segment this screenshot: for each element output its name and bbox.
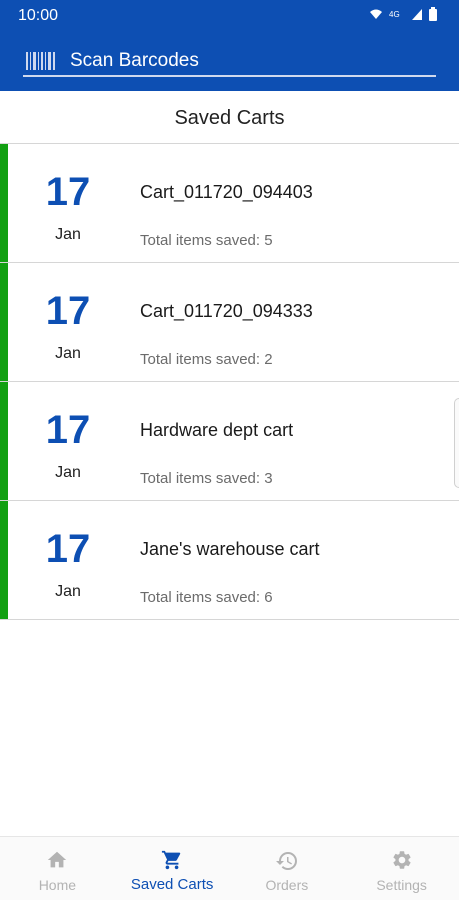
cart-date-day: 17 [45, 527, 91, 571]
app-title-underline [23, 75, 436, 77]
app-title[interactable]: Scan Barcodes [70, 50, 199, 72]
nav-item-orders[interactable]: Orders [230, 837, 345, 900]
nav-label: Saved Carts [130, 876, 214, 893]
cart-date-month: Jan [55, 583, 81, 600]
cart-item-count: Total items saved: 6 [140, 589, 273, 606]
cart-item-count: Total items saved: 2 [140, 351, 273, 368]
cart-date-day: 17 [45, 289, 91, 333]
bottom-nav: Home Saved Carts Orders Settings [0, 836, 459, 900]
nav-label: Home [38, 877, 77, 893]
status-time: 10:00 [18, 7, 59, 24]
cart-name: Cart_011720_094403 [140, 182, 313, 202]
app-screen: 10:00 4G Scan Barcodes Saved Carts 17 Ja… [0, 0, 459, 900]
cart-date-day: 17 [45, 408, 91, 452]
cart-list-item[interactable]: 17 Jan Jane's warehouse cart Total items… [0, 501, 459, 620]
cart-date-month: Jan [55, 226, 81, 243]
history-icon [275, 852, 297, 870]
wifi-icon [370, 9, 382, 19]
top-bar: 10:00 4G Scan Barcodes [0, 0, 459, 91]
battery-icon [429, 7, 437, 21]
nav-item-settings[interactable]: Settings [344, 837, 459, 900]
cart-item-count: Total items saved: 5 [140, 232, 273, 249]
cart-name: Jane's warehouse cart [140, 539, 320, 559]
lte-icon: 4G [389, 10, 400, 19]
cart-icon [162, 850, 181, 870]
cart-name: Hardware dept cart [140, 420, 294, 440]
cart-item-count: Total items saved: 3 [140, 470, 273, 487]
cart-date-day: 17 [45, 170, 91, 214]
cart-list-item[interactable]: 17 Jan Hardware dept cart Total items sa… [0, 382, 459, 501]
status-bar: 10:00 4G [0, 0, 459, 32]
barcode-icon[interactable] [26, 50, 56, 72]
nav-item-saved-carts[interactable]: Saved Carts [115, 837, 230, 900]
page-title: Saved Carts [174, 107, 285, 129]
gear-icon [393, 851, 411, 869]
nav-label: Settings [376, 877, 427, 893]
section-header: Saved Carts [0, 91, 459, 144]
signal-icon [412, 9, 422, 20]
cart-date-month: Jan [55, 464, 81, 481]
nav-item-home[interactable]: Home [0, 837, 115, 900]
cart-name: Cart_011720_094333 [140, 301, 313, 321]
app-bar: Scan Barcodes [0, 40, 459, 91]
nav-label: Orders [265, 877, 309, 893]
cart-list: 17 Jan Cart_011720_094403 Total items sa… [0, 144, 459, 620]
status-icons: 4G [369, 7, 437, 21]
cart-list-item[interactable]: 17 Jan Cart_011720_094333 Total items sa… [0, 263, 459, 382]
cart-date-month: Jan [55, 345, 81, 362]
edge-panel-handle[interactable] [454, 398, 459, 488]
cart-list-item[interactable]: 17 Jan Cart_011720_094403 Total items sa… [0, 144, 459, 263]
svg-text:4G: 4G [389, 10, 400, 19]
home-icon [48, 851, 67, 868]
